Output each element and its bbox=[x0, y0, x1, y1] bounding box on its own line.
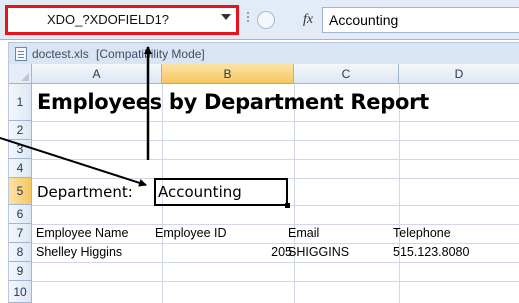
select-all-button[interactable] bbox=[9, 64, 32, 84]
row-header-6[interactable]: 6 bbox=[9, 205, 32, 224]
column-header-a[interactable]: A bbox=[32, 64, 162, 84]
cell-email[interactable]: SHIGGINS bbox=[288, 245, 349, 259]
grid-line bbox=[32, 243, 519, 244]
fx-icon[interactable]: fx bbox=[296, 8, 320, 32]
formula-input[interactable]: Accounting bbox=[322, 7, 519, 33]
grid-line bbox=[32, 224, 519, 225]
grid-line bbox=[32, 121, 519, 122]
row-header-5[interactable]: 5 bbox=[9, 178, 32, 205]
cell-employee-name[interactable]: Shelley Higgins bbox=[36, 245, 122, 259]
grid-line bbox=[32, 140, 519, 141]
grid-line bbox=[399, 84, 400, 303]
workbook-mode: [Compatibility Mode] bbox=[96, 47, 205, 61]
header-employee-id[interactable]: Employee ID bbox=[155, 226, 227, 240]
row-header-4[interactable]: 4 bbox=[9, 159, 32, 178]
row-header-9[interactable]: 9 bbox=[9, 262, 32, 281]
row-header-8[interactable]: 8 bbox=[9, 243, 32, 262]
grid-line bbox=[32, 159, 519, 160]
header-telephone[interactable]: Telephone bbox=[393, 226, 451, 240]
row-header-7[interactable]: 7 bbox=[9, 224, 32, 243]
column-header-c[interactable]: C bbox=[294, 64, 399, 84]
workbook-filename: doctest.xls bbox=[32, 47, 89, 61]
column-header-d[interactable]: D bbox=[399, 64, 519, 84]
chevron-down-icon[interactable] bbox=[221, 14, 231, 20]
formula-bar: XDO_?XDOFIELD1? fx Accounting bbox=[0, 0, 519, 40]
header-email[interactable]: Email bbox=[288, 226, 319, 240]
expand-button[interactable] bbox=[257, 11, 275, 29]
row-header-2[interactable]: 2 bbox=[9, 121, 32, 140]
spreadsheet-grid[interactable]: A B C D 1 2 3 4 5 6 7 8 9 10 Employees b… bbox=[8, 64, 519, 303]
name-box-value[interactable]: XDO_?XDOFIELD1? bbox=[8, 8, 208, 32]
grip-icon bbox=[243, 10, 253, 30]
grid-line bbox=[294, 84, 295, 303]
cell-employee-id[interactable]: 205 bbox=[162, 245, 292, 259]
workbook-title: doctest.xls [Compatibility Mode] bbox=[32, 43, 205, 65]
column-header-b[interactable]: B bbox=[162, 64, 294, 84]
report-title[interactable]: Employees by Department Report bbox=[37, 90, 429, 114]
workbook-titlebar: doctest.xls [Compatibility Mode] bbox=[8, 42, 519, 64]
cell-telephone[interactable]: 515.123.8080 bbox=[393, 245, 469, 259]
department-value[interactable]: Accounting bbox=[158, 183, 242, 201]
header-employee-name[interactable]: Employee Name bbox=[36, 226, 128, 240]
row-header-3[interactable]: 3 bbox=[9, 140, 32, 159]
row-header-1[interactable]: 1 bbox=[9, 84, 32, 121]
document-icon bbox=[15, 47, 27, 61]
department-label[interactable]: Department: bbox=[37, 183, 133, 201]
name-box[interactable]: XDO_?XDOFIELD1? bbox=[5, 5, 239, 35]
grid-line bbox=[32, 281, 519, 282]
row-header-10[interactable]: 10 bbox=[9, 281, 32, 303]
grid-line bbox=[32, 262, 519, 263]
